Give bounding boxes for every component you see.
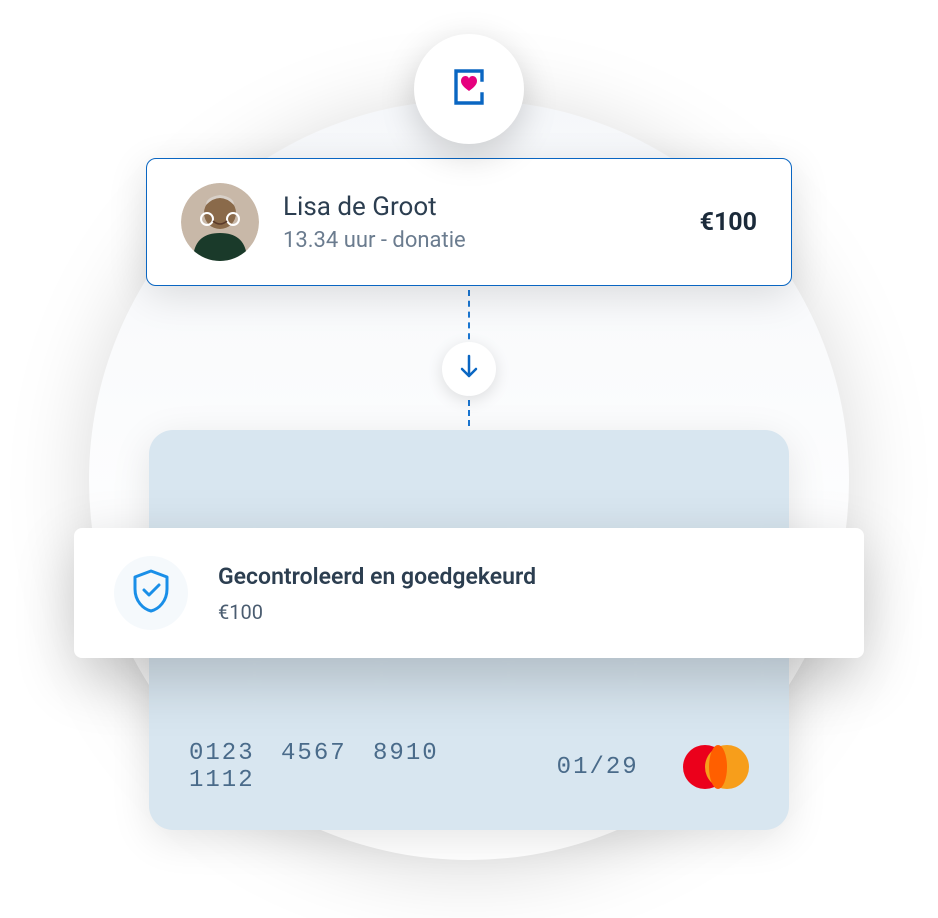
approval-amount: €100 — [218, 600, 824, 624]
card-expiry: 01/29 — [557, 754, 639, 781]
card-number: 0123 4567 8910 1112 — [189, 740, 513, 794]
approval-card: Gecontroleerd en goedgekeurd €100 — [74, 528, 864, 658]
card-bottom-row: 0123 4567 8910 1112 01/29 — [189, 740, 749, 794]
shield-icon-wrap — [114, 556, 188, 630]
donor-name: Lisa de Groot — [283, 192, 676, 222]
donation-info: Lisa de Groot 13.34 uur - donatie — [283, 192, 676, 253]
flow-line — [468, 290, 470, 350]
avatar — [181, 183, 259, 261]
donation-card: Lisa de Groot 13.34 uur - donatie €100 — [146, 158, 792, 286]
arrow-down-icon — [458, 354, 480, 384]
arrow-badge — [442, 342, 496, 396]
heart-box-icon — [447, 65, 491, 113]
mastercard-icon — [683, 745, 749, 789]
approval-info: Gecontroleerd en goedgekeurd €100 — [218, 563, 824, 624]
approval-title: Gecontroleerd en goedgekeurd — [218, 563, 824, 590]
donation-heart-badge — [414, 34, 524, 144]
donation-amount: €100 — [700, 208, 757, 237]
donation-meta: 13.34 uur - donatie — [283, 228, 676, 253]
shield-check-icon — [131, 569, 171, 617]
